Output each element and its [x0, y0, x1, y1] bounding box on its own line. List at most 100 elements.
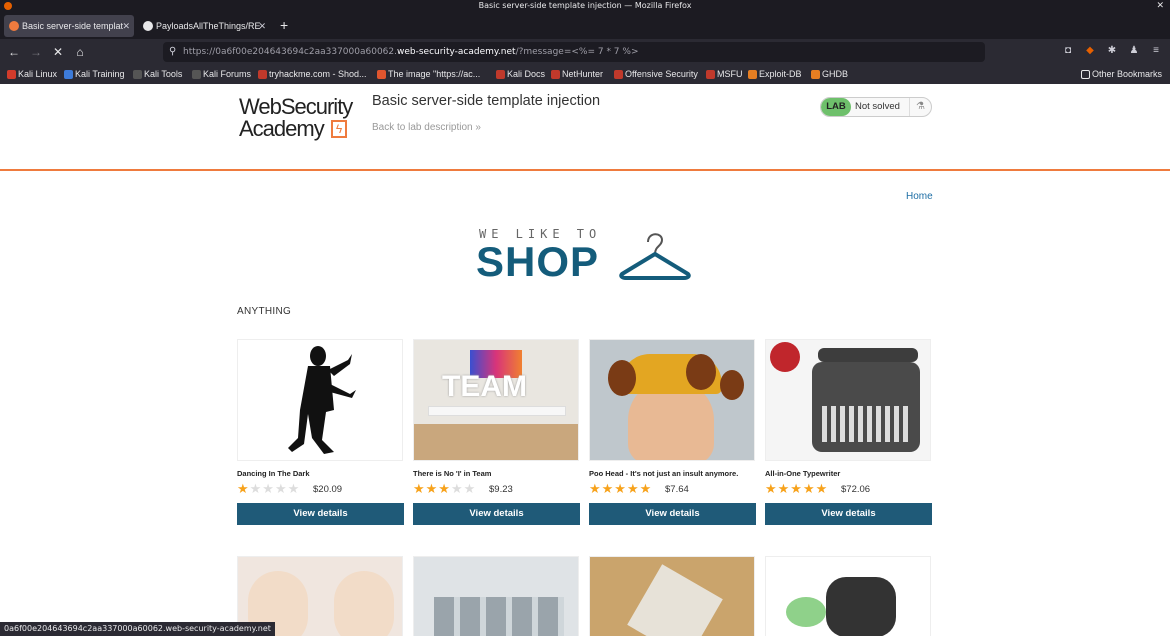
close-tab-icon[interactable]: ✕	[122, 15, 130, 37]
product-image[interactable]	[589, 339, 755, 461]
bookmark-label: tryhackme.com - Shod...	[269, 69, 367, 79]
tab-lab[interactable]: Basic server-side templat ✕	[4, 15, 134, 37]
bookmark-item[interactable]: GHDB	[811, 65, 848, 84]
origami-graphic	[627, 564, 723, 636]
bookmark-item[interactable]: Exploit-DB	[748, 65, 802, 84]
bookmark-icon	[748, 70, 757, 79]
star-rating: ★★★★★	[765, 481, 828, 497]
bookmark-label: Kali Linux	[18, 69, 58, 79]
product-price: $9.23	[489, 484, 513, 495]
menu-icon[interactable]: ≡	[1149, 44, 1163, 58]
url-suffix: /?message=<%= 7 * 7 %>	[515, 47, 639, 57]
view-details-button[interactable]: View details	[237, 503, 404, 525]
star-icon: ★★★★	[249, 481, 301, 496]
product-image[interactable]	[765, 556, 931, 636]
stop-loading-icon[interactable]: ✕	[49, 43, 67, 61]
academy-logo[interactable]: WebSecurity Academy ϟ	[239, 96, 361, 142]
product-card: All-in-One Typewriter ★★★★★ $72.06 View …	[765, 339, 933, 525]
back-arrow-icon[interactable]: ←	[5, 43, 23, 61]
keys-graphic	[822, 406, 910, 442]
status-bar: 0a6f00e204643694c2aa337000a60062.web-sec…	[0, 622, 275, 636]
url-domain: web-security-academy.net	[397, 47, 516, 57]
bookmark-item[interactable]: Kali Tools	[133, 65, 182, 84]
lab-status-badge: LAB Not solved ⚗	[820, 97, 932, 117]
bookmark-label: Kali Training	[75, 69, 125, 79]
ear-graphic	[720, 370, 744, 400]
navigation-bar: ← → ✕ ⌂ ⚲ https://0a6f00e204643694c2aa33…	[0, 39, 1170, 65]
floor-graphic	[414, 424, 578, 460]
back-link-label: Back to lab description	[372, 122, 473, 133]
tab-bar: Basic server-side templat ✕ PayloadsAllT…	[0, 12, 1170, 39]
product-image[interactable]: TEAM	[413, 339, 579, 461]
bookmark-item[interactable]: Kali Forums	[192, 65, 251, 84]
bookmark-item[interactable]: Offensive Security	[614, 65, 698, 84]
view-details-button[interactable]: View details	[765, 503, 932, 525]
bookmark-icon	[7, 70, 16, 79]
bookmark-label: Offensive Security	[625, 69, 698, 79]
shop-logo-main: SHOP	[476, 238, 600, 285]
bookmark-item[interactable]: tryhackme.com - Shod...	[258, 65, 367, 84]
washing-machines-graphic	[434, 597, 564, 636]
site-info-icon[interactable]: ⚲	[169, 42, 176, 62]
home-link[interactable]: Home	[906, 191, 933, 202]
double-chevron-right-icon: »	[475, 122, 481, 133]
bookmark-label: Kali Forums	[203, 69, 252, 79]
star-icon: ★★★★★	[765, 481, 829, 496]
bookmark-icon	[811, 70, 820, 79]
logo-line1: WebSecurity	[239, 94, 353, 119]
bookmark-item[interactable]: MSFU	[706, 65, 743, 84]
flask-icon: ⚗	[909, 98, 931, 116]
bookmark-item[interactable]: Kali Docs	[496, 65, 545, 84]
hanger-icon	[619, 233, 691, 280]
close-tab-icon[interactable]: ✕	[258, 15, 266, 37]
table-graphic	[428, 406, 566, 416]
product-card: TEAM There is No 'I' in Team ★★★★★ $9.23…	[413, 339, 581, 525]
other-bookmarks-label: Other Bookmarks	[1092, 69, 1163, 79]
ear-graphic	[608, 360, 636, 396]
bookmark-item[interactable]: Kali Linux	[7, 65, 57, 84]
product-image[interactable]	[413, 556, 579, 636]
page-content: WebSecurity Academy ϟ Basic server-side …	[0, 84, 1170, 636]
view-details-button[interactable]: View details	[413, 503, 580, 525]
folder-icon	[1081, 70, 1090, 79]
extension-settings-icon[interactable]: ✱	[1105, 44, 1119, 58]
bookmark-icon	[133, 70, 142, 79]
product-image[interactable]	[765, 339, 931, 461]
platen-graphic	[818, 348, 918, 362]
product-name: There is No 'I' in Team	[413, 469, 492, 478]
bookmark-label: Exploit-DB	[759, 69, 802, 79]
product-image[interactable]	[589, 556, 755, 636]
product-card: Dancing In The Dark ★★★★★ $20.09 View de…	[237, 339, 405, 525]
bookmark-icon	[377, 70, 386, 79]
bookmark-item[interactable]: Kali Training	[64, 65, 125, 84]
forward-arrow-icon[interactable]: →	[27, 43, 45, 61]
bookmark-item[interactable]: The image "https://ac...	[377, 65, 480, 84]
window-close-icon[interactable]: ✕	[1156, 0, 1164, 12]
product-price: $7.64	[665, 484, 689, 495]
extension-icon[interactable]: ◆	[1083, 44, 1097, 58]
product-name: All-in-One Typewriter	[765, 469, 841, 478]
other-bookmarks[interactable]: Other Bookmarks	[1081, 65, 1162, 84]
lab-status: Not solved	[855, 101, 900, 112]
tab-label: Basic server-side templat	[22, 21, 124, 31]
back-to-lab-link[interactable]: Back to lab description »	[372, 122, 481, 133]
tab-payloads[interactable]: PayloadsAllTheThings/RE ✕	[138, 15, 270, 37]
home-icon[interactable]: ⌂	[71, 43, 89, 61]
bookmark-label: MSFU	[717, 69, 743, 79]
ear-graphic	[686, 354, 716, 390]
bookmark-icon	[258, 70, 267, 79]
product-name: Dancing In The Dark	[237, 469, 310, 478]
paintball-mask-graphic	[826, 577, 896, 636]
pocket-icon[interactable]: ◘	[1061, 44, 1075, 58]
bookmark-icon	[706, 70, 715, 79]
product-name: Poo Head - It's not just an insult anymo…	[589, 469, 739, 478]
account-icon[interactable]: ♟	[1127, 44, 1141, 58]
url-bar[interactable]: ⚲ https://0a6f00e204643694c2aa337000a600…	[163, 42, 985, 62]
new-tab-button[interactable]: +	[280, 15, 288, 35]
view-details-button[interactable]: View details	[589, 503, 756, 525]
paintballs-graphic	[786, 597, 826, 627]
product-image[interactable]	[237, 339, 403, 461]
bookmark-icon	[496, 70, 505, 79]
firefox-icon	[4, 2, 12, 10]
bookmark-item[interactable]: NetHunter	[551, 65, 603, 84]
